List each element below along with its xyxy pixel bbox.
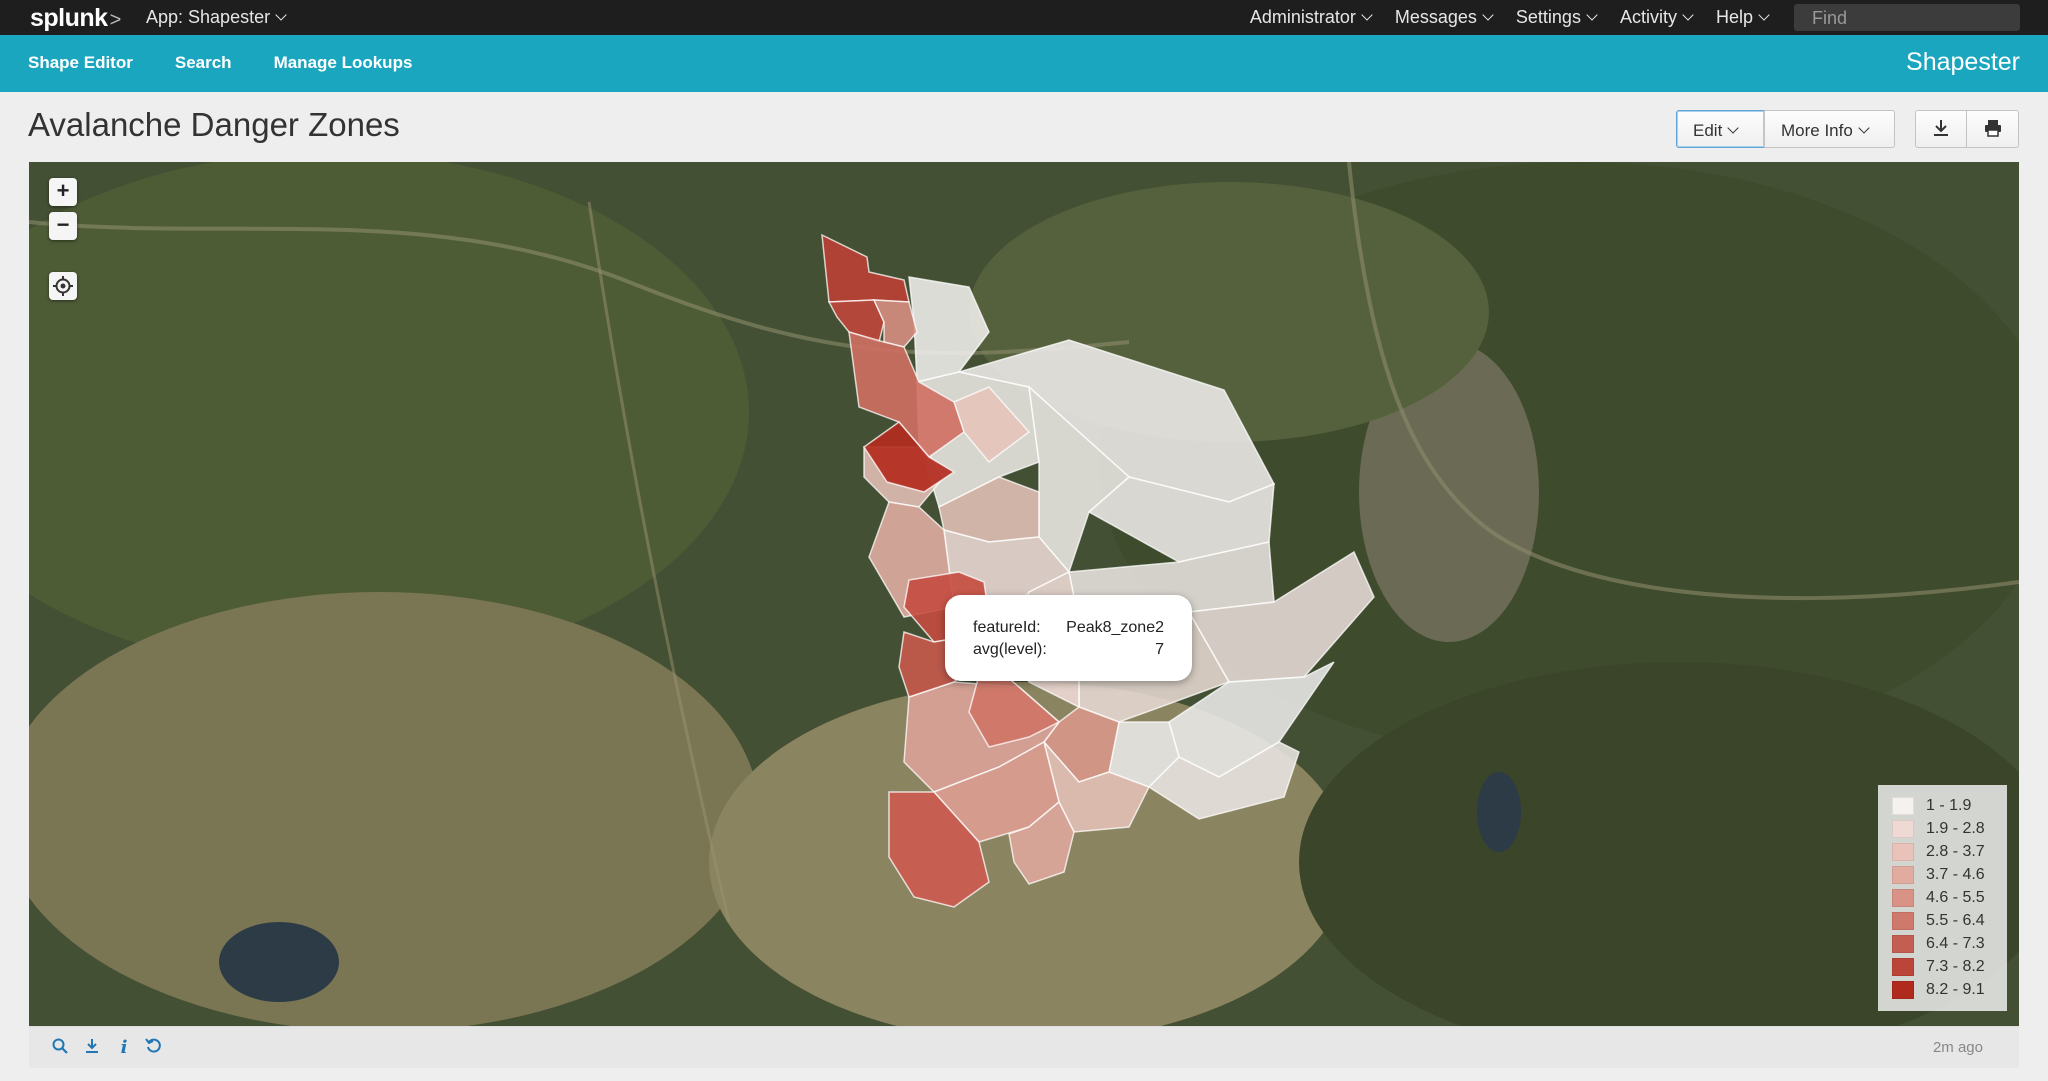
top-navigation-bar: splunk > App: Shapester Administrator Mes…	[0, 0, 2048, 35]
legend-swatch	[1892, 934, 1914, 953]
legend-swatch	[1892, 957, 1914, 976]
crosshair-icon	[53, 276, 73, 296]
legend-swatch	[1892, 865, 1914, 884]
map-viewport[interactable]: + − featureId: Peak8_zone2 avg(level): 7 1…	[29, 162, 2019, 1026]
locate-button[interactable]	[49, 272, 77, 300]
refresh-icon[interactable]	[143, 1037, 165, 1059]
zoom-out-button[interactable]: −	[49, 212, 77, 240]
menu-messages[interactable]: Messages	[1395, 7, 1494, 28]
map-legend: 1 - 1.9 1.9 - 2.8 2.8 - 3.7 3.7 - 4.6 4.…	[1878, 785, 2007, 1011]
tooltip-value: Peak8_zone2	[1066, 619, 1164, 636]
zoom-in-button[interactable]: +	[49, 178, 77, 206]
nav-shape-editor[interactable]: Shape Editor	[28, 53, 133, 73]
nav-manage-lookups[interactable]: Manage Lookups	[274, 53, 413, 73]
splunk-logo[interactable]: splunk >	[30, 4, 121, 33]
legend-item: 8.2 - 9.1	[1892, 978, 1993, 1001]
chevron-down-icon	[1482, 9, 1494, 21]
download-icon	[1934, 120, 1948, 136]
top-nav-menu: Administrator Messages Settings Activity…	[1250, 7, 1770, 28]
more-info-button[interactable]: More Info	[1764, 110, 1895, 148]
menu-help[interactable]: Help	[1716, 7, 1770, 28]
find-input[interactable]: Find	[1794, 4, 2020, 31]
menu-activity[interactable]: Activity	[1620, 7, 1694, 28]
app-menu[interactable]: App: Shapester	[146, 7, 287, 28]
panel-footer: i 2m ago	[29, 1026, 2019, 1068]
zone-polygon[interactable]	[821, 233, 910, 303]
export-button[interactable]	[1915, 110, 1967, 148]
tooltip-value: 7	[1155, 641, 1164, 658]
tooltip-key: featureId:	[973, 619, 1041, 636]
zone-layer	[821, 233, 1375, 908]
export-icon[interactable]	[81, 1037, 103, 1059]
legend-swatch	[1892, 819, 1914, 838]
legend-swatch	[1892, 980, 1914, 999]
legend-swatch	[1892, 796, 1914, 815]
app-name: Shapester	[1906, 48, 2020, 76]
print-button[interactable]	[1966, 110, 2019, 148]
map-tooltip: featureId: Peak8_zone2 avg(level): 7	[945, 595, 1192, 681]
legend-item: 4.6 - 5.5	[1892, 886, 1993, 909]
info-icon[interactable]: i	[113, 1037, 135, 1059]
chevron-down-icon	[275, 9, 287, 21]
nav-search[interactable]: Search	[175, 53, 232, 73]
printer-icon	[1984, 120, 2001, 137]
legend-item: 3.7 - 4.6	[1892, 863, 1993, 886]
search-icon[interactable]	[49, 1037, 71, 1059]
tooltip-key: avg(level):	[973, 641, 1047, 658]
legend-item: 2.8 - 3.7	[1892, 840, 1993, 863]
legend-swatch	[1892, 888, 1914, 907]
legend-item: 5.5 - 6.4	[1892, 909, 1993, 932]
chevron-down-icon	[1361, 9, 1373, 21]
legend-item: 1.9 - 2.8	[1892, 817, 1993, 840]
chevron-down-icon	[1682, 9, 1694, 21]
chevron-down-icon	[1758, 9, 1770, 21]
legend-item: 1 - 1.9	[1892, 794, 1993, 817]
page-bottom	[0, 1068, 2048, 1081]
menu-administrator[interactable]: Administrator	[1250, 7, 1373, 28]
legend-swatch	[1892, 842, 1914, 861]
chevron-down-icon	[1727, 122, 1739, 134]
last-updated: 2m ago	[1932, 1039, 1983, 1056]
menu-settings[interactable]: Settings	[1516, 7, 1598, 28]
chevron-down-icon	[1586, 9, 1598, 21]
legend-item: 6.4 - 7.3	[1892, 932, 1993, 955]
legend-swatch	[1892, 911, 1914, 930]
page-title: Avalanche Danger Zones	[28, 106, 400, 143]
chevron-down-icon	[1858, 122, 1870, 134]
edit-button[interactable]: Edit	[1676, 110, 1765, 148]
app-bar: Shape Editor Search Manage Lookups Shape…	[0, 35, 2048, 92]
legend-item: 7.3 - 8.2	[1892, 955, 1993, 978]
